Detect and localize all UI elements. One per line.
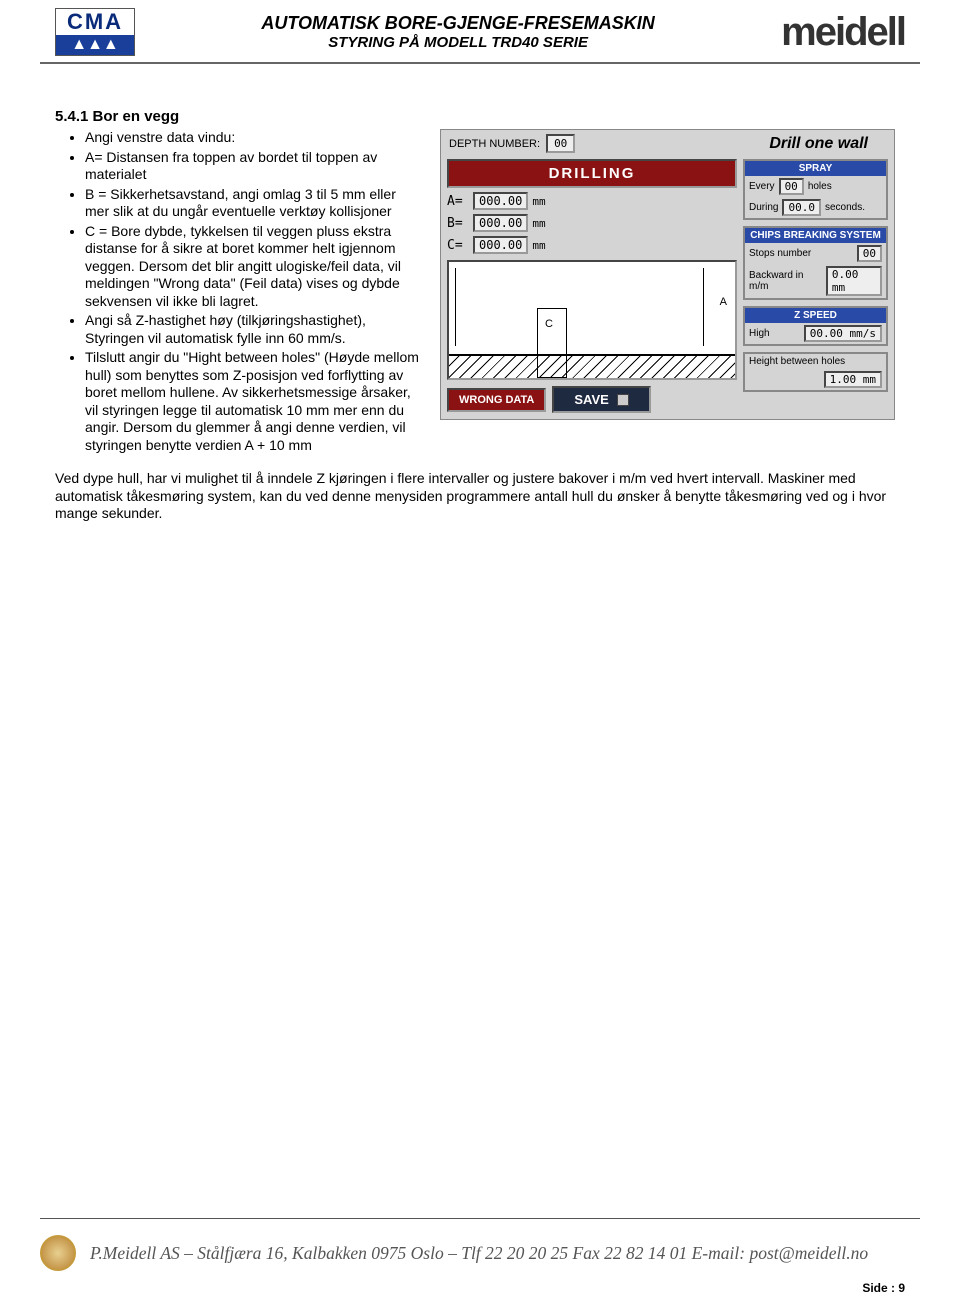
screenshot-column: DEPTH NUMBER: 00 Drill one wall DRILLING… <box>440 129 905 456</box>
buttons-row: WRONG DATA SAVE <box>447 386 737 413</box>
spray-during-row: During 00.0 seconds. <box>745 197 886 218</box>
height-panel: Height between holes 1.00 mm <box>743 352 888 392</box>
page-number: Side : 9 <box>862 1281 905 1295</box>
section-heading: 5.4.1 Bor en vegg <box>55 108 905 125</box>
b-input[interactable]: 000.00 <box>473 214 528 232</box>
a-input[interactable]: 000.00 <box>473 192 528 210</box>
height-label: Height between holes <box>749 356 845 367</box>
c-unit: mm <box>532 239 545 252</box>
b-label: B= <box>447 216 473 231</box>
bullet-item: Angi så Z-hastighet høy (tilkjøringshast… <box>85 312 420 347</box>
zspeed-input[interactable]: 00.00 mm/s <box>804 325 882 342</box>
diagram-label-c: C <box>545 318 553 330</box>
spray-seconds-label: seconds. <box>825 202 865 213</box>
chips-header: CHIPS BREAKING SYSTEM <box>745 228 886 243</box>
c-row: C= 000.00 mm <box>447 236 737 254</box>
bullet-item: B = Sikkerhetsavstand, angi omlag 3 til … <box>85 186 420 221</box>
page-footer: P.Meidell AS – Stålfjæra 16, Kalbakken 0… <box>40 1235 920 1271</box>
stops-input[interactable]: 00 <box>857 245 882 262</box>
height-row: Height between holes 1.00 mm <box>745 354 886 390</box>
header-title-2: STYRING PÅ MODELL TRD40 SERIE <box>135 34 781 51</box>
bullet-item: A= Distansen fra toppen av bordet til to… <box>85 149 420 184</box>
save-button[interactable]: SAVE <box>552 386 650 413</box>
spray-every-row: Every 00 holes <box>745 176 886 197</box>
depth-number-input[interactable]: 00 <box>546 134 575 153</box>
a-unit: mm <box>532 195 545 208</box>
a-label: A= <box>447 194 473 209</box>
height-input[interactable]: 1.00 mm <box>824 371 882 388</box>
ui-main-row: DRILLING A= 000.00 mm B= 000.00 mm C <box>441 157 894 419</box>
logo-cma: CMA ▲▲▲ <box>55 8 135 56</box>
b-unit: mm <box>532 217 545 230</box>
logo-meidell: meidell <box>781 10 905 55</box>
diagram-ground <box>449 354 735 378</box>
spray-every-label: Every <box>749 181 775 192</box>
chips-panel: CHIPS BREAKING SYSTEM Stops number 00 Ba… <box>743 226 888 300</box>
drill-one-wall-title: Drill one wall <box>575 135 886 153</box>
bullet-item: Tilslutt angir du "Hight between holes" … <box>85 349 420 454</box>
below-paragraph: Ved dype hull, har vi mulighet til å inn… <box>55 470 905 523</box>
bullet-item: C = Bore dybde, tykkelsen til veggen plu… <box>85 223 420 311</box>
spray-during-label: During <box>749 202 778 213</box>
spray-during-input[interactable]: 00.0 <box>782 199 821 216</box>
b-row: B= 000.00 mm <box>447 214 737 232</box>
bullet-list: Angi venstre data vindu: A= Distansen fr… <box>55 129 420 454</box>
ui-right-pane: SPRAY Every 00 holes During 00.0 seconds… <box>743 159 888 413</box>
diagram-a-arrow <box>703 268 711 346</box>
diagram-b-arrow <box>455 268 463 346</box>
zspeed-label: High <box>749 328 770 339</box>
bullet-item: Angi venstre data vindu: <box>85 129 420 147</box>
page-header: CMA ▲▲▲ AUTOMATISK BORE-GJENGE-FRESEMASK… <box>0 0 960 62</box>
ui-top-row: DEPTH NUMBER: 00 Drill one wall <box>441 130 894 157</box>
logo-cma-text: CMA <box>56 9 134 35</box>
floppy-icon <box>617 394 629 406</box>
content-area: 5.4.1 Bor en vegg Angi venstre data vind… <box>0 64 960 523</box>
ui-left-pane: DRILLING A= 000.00 mm B= 000.00 mm C <box>447 159 737 413</box>
wrong-data-indicator: WRONG DATA <box>447 388 546 412</box>
backward-row: Backward in m/m 0.00 mm <box>745 264 886 298</box>
footer-address: P.Meidell AS – Stålfjæra 16, Kalbakken 0… <box>90 1243 868 1264</box>
depth-number-label: DEPTH NUMBER: <box>449 138 540 150</box>
spray-header: SPRAY <box>745 161 886 176</box>
spray-panel: SPRAY Every 00 holes During 00.0 seconds… <box>743 159 888 220</box>
ui-panel: DEPTH NUMBER: 00 Drill one wall DRILLING… <box>440 129 895 420</box>
header-titles: AUTOMATISK BORE-GJENGE-FRESEMASKIN STYRI… <box>135 13 781 51</box>
spray-holes-label: holes <box>808 181 832 192</box>
footer-logo-icon <box>40 1235 76 1271</box>
two-column-row: Angi venstre data vindu: A= Distansen fr… <box>55 129 905 456</box>
footer-divider <box>40 1218 920 1219</box>
c-input[interactable]: 000.00 <box>473 236 528 254</box>
header-title-1: AUTOMATISK BORE-GJENGE-FRESEMASKIN <box>135 13 781 34</box>
zspeed-header: Z SPEED <box>745 308 886 323</box>
zspeed-row: High 00.00 mm/s <box>745 323 886 344</box>
logo-cma-triangles: ▲▲▲ <box>56 35 134 55</box>
zspeed-panel: Z SPEED High 00.00 mm/s <box>743 306 888 346</box>
spray-every-input[interactable]: 00 <box>779 178 804 195</box>
drilling-header: DRILLING <box>447 159 737 188</box>
text-column: Angi venstre data vindu: A= Distansen fr… <box>55 129 420 456</box>
stops-row: Stops number 00 <box>745 243 886 264</box>
diagram-label-a: A <box>720 296 727 308</box>
c-label: C= <box>447 238 473 253</box>
stops-label: Stops number <box>749 248 811 259</box>
backward-label: Backward in m/m <box>749 270 822 292</box>
drill-diagram: C A <box>447 260 737 380</box>
a-row: A= 000.00 mm <box>447 192 737 210</box>
backward-input[interactable]: 0.00 mm <box>826 266 882 296</box>
save-label: SAVE <box>574 392 608 407</box>
